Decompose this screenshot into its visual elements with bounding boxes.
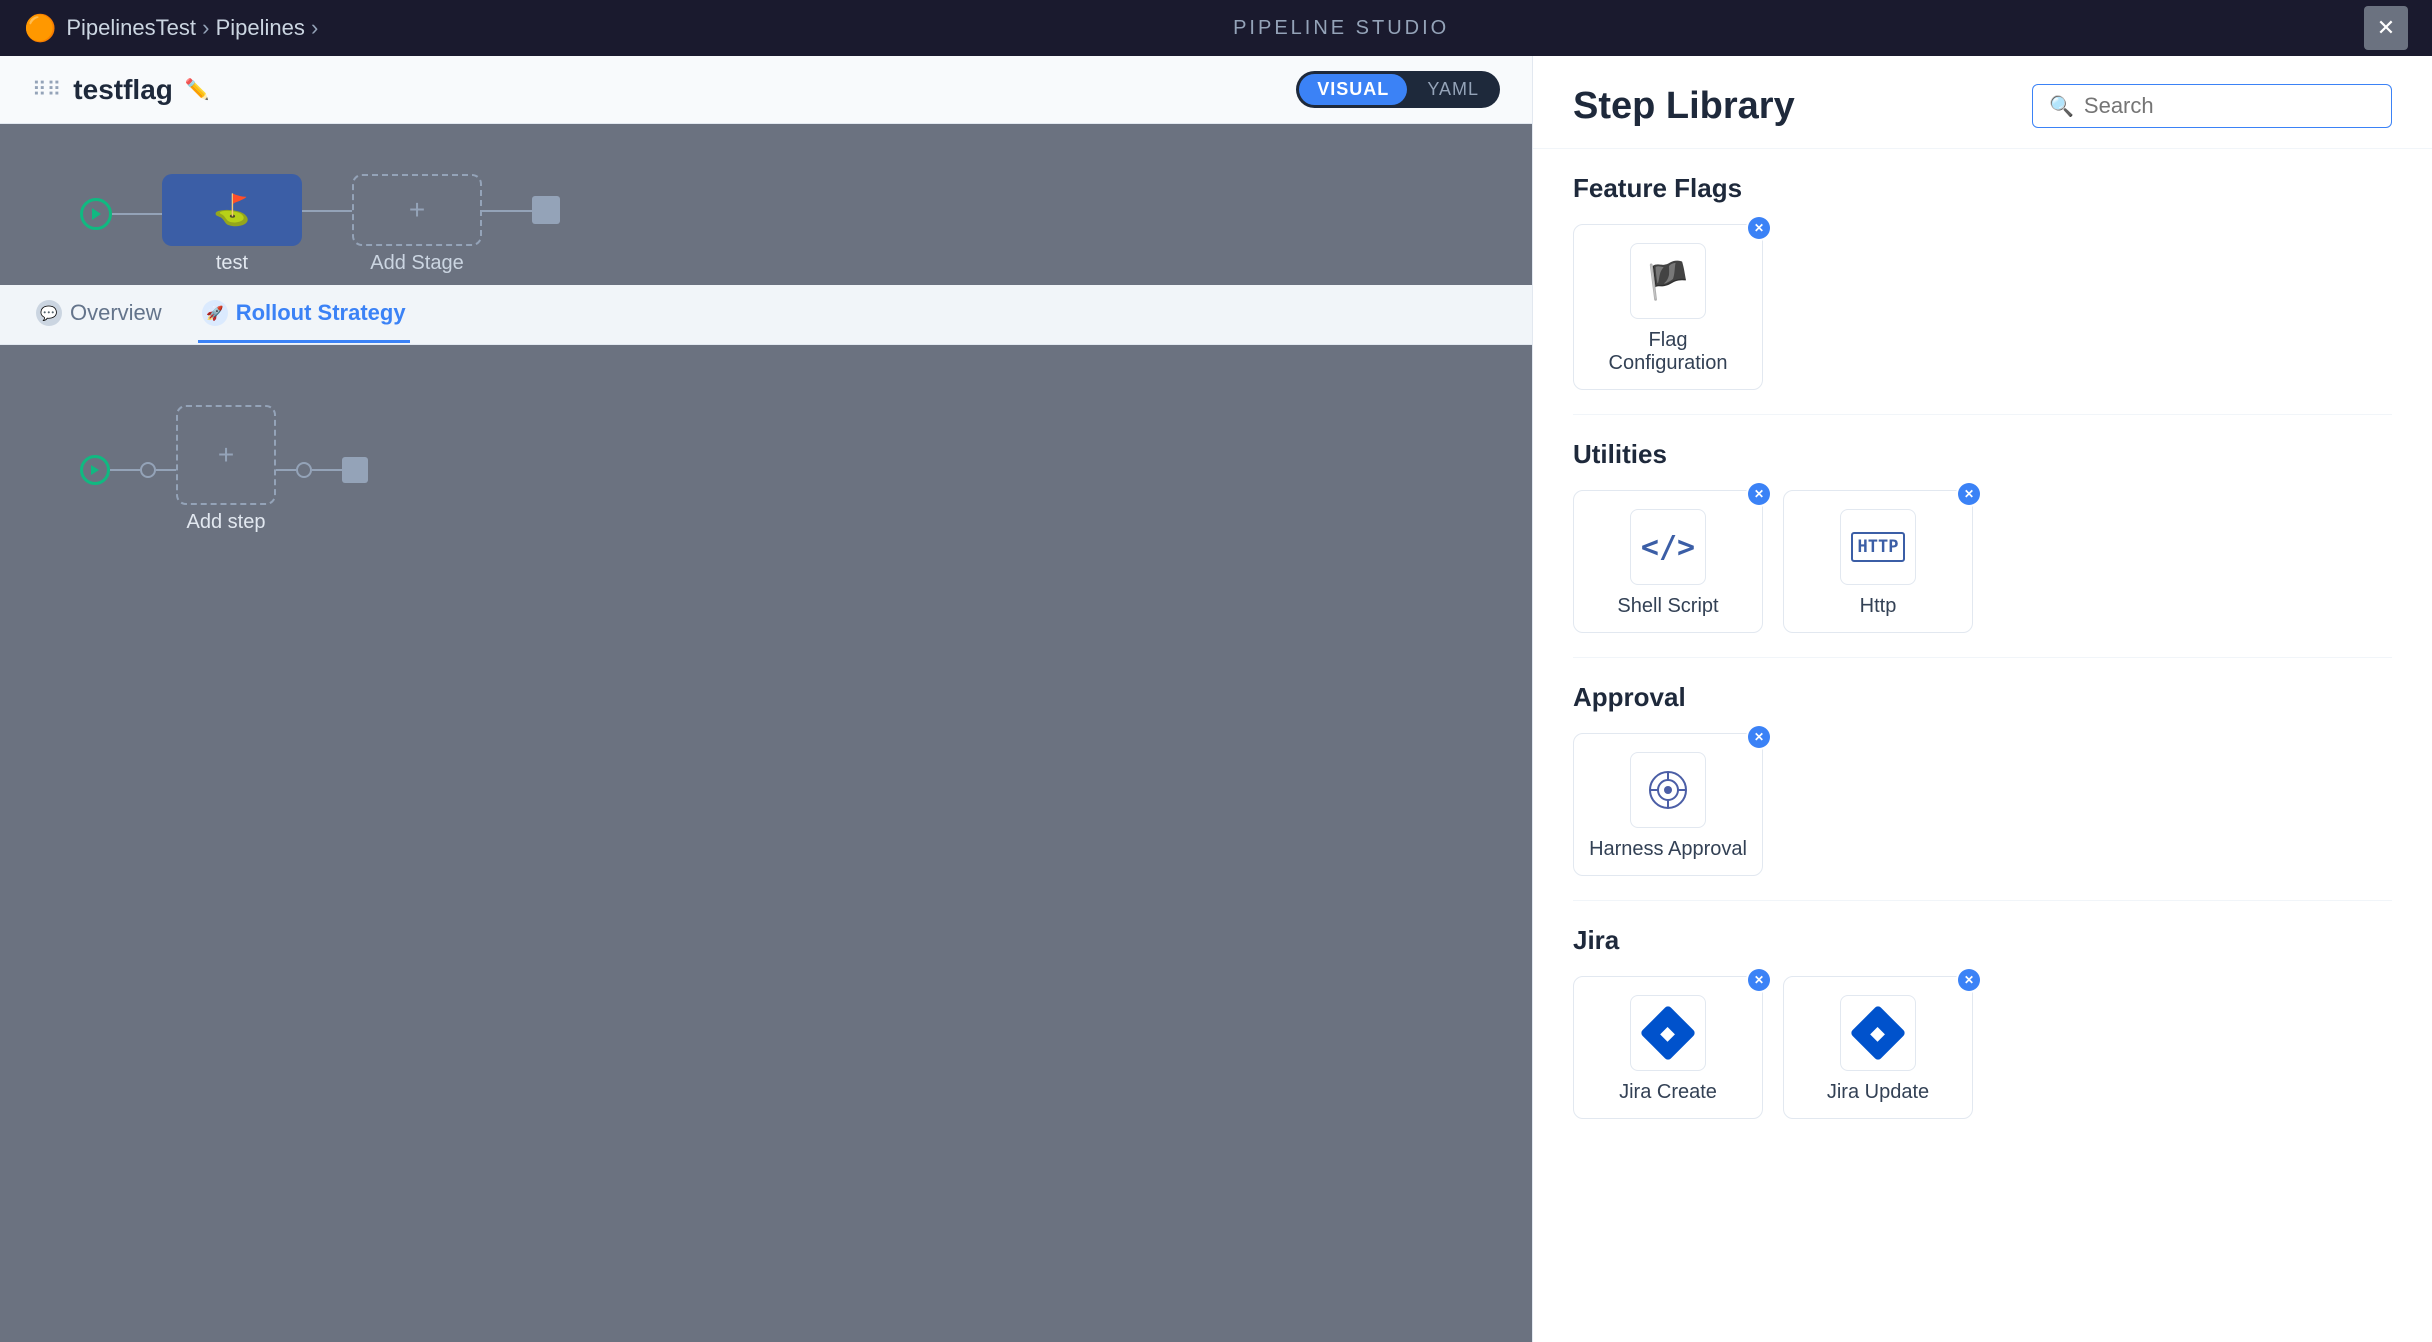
- category-approval-title: Approval: [1573, 682, 2392, 713]
- step-badge: ✕: [1746, 481, 1772, 507]
- jira-update-label: Jira Update: [1827, 1081, 1929, 1104]
- pipeline-icon: ⠿⠿: [32, 77, 61, 102]
- step-card-shell-script[interactable]: ✕ </> Shell Script: [1573, 490, 1763, 633]
- jira-create-label: Jira Create: [1619, 1081, 1717, 1104]
- step-badge: ✕: [1956, 481, 1982, 507]
- step-card-flag-configuration[interactable]: ✕ 🏴 Flag Configuration: [1573, 224, 1763, 390]
- http-label: Http: [1860, 595, 1897, 618]
- step-start-node: [80, 455, 110, 485]
- step-badge: ✕: [1746, 967, 1772, 993]
- flag-icon: 🏴: [1646, 260, 1691, 302]
- step-card-jira-create[interactable]: ✕ ◆ Jira Create: [1573, 976, 1763, 1119]
- jira-create-icon: ◆: [1640, 1005, 1697, 1062]
- yaml-view-button[interactable]: YAML: [1409, 74, 1497, 105]
- step-card-jira-update[interactable]: ✕ ◆ Jira Update: [1783, 976, 1973, 1119]
- category-feature-flags: Feature Flags ✕ 🏴 Flag Configuration: [1533, 149, 2432, 414]
- flag-configuration-label: Flag Configuration: [1588, 329, 1748, 375]
- step-dot-right: [296, 462, 312, 478]
- step-end-node: [342, 457, 368, 483]
- pipeline-studio-label: PIPELINE STUDIO: [1233, 17, 1449, 40]
- shell-script-icon-wrap: </>: [1630, 509, 1706, 585]
- step-badge: ✕: [1746, 724, 1772, 750]
- harness-approval-label: Harness Approval: [1589, 838, 1747, 861]
- stage-test-label: test: [216, 252, 248, 275]
- jira-update-icon-wrap: ◆: [1840, 995, 1916, 1071]
- step-library-panel: Step Library 🔍 Feature Flags ✕ 🏴 Flag Co…: [1532, 56, 2432, 1342]
- category-jira: Jira ✕ ◆ Jira Create: [1533, 901, 2432, 1143]
- step-library-title: Step Library: [1573, 85, 1795, 128]
- add-step-wrapper: + Add step: [176, 405, 276, 534]
- category-feature-flags-title: Feature Flags: [1573, 173, 2392, 204]
- category-utilities: Utilities ✕ </> Shell Script ✕: [1533, 415, 2432, 657]
- code-icon: </>: [1641, 530, 1695, 565]
- shell-script-label: Shell Script: [1617, 595, 1718, 618]
- pipeline-name: testflag: [73, 74, 173, 106]
- http-icon-wrap: HTTP: [1840, 509, 1916, 585]
- breadcrumb: PipelinesTest › Pipelines ›: [66, 15, 318, 41]
- view-toggle: VISUAL YAML: [1296, 71, 1500, 108]
- add-stage-label: Add Stage: [370, 252, 463, 275]
- add-step-label: Add step: [187, 511, 266, 534]
- harness-approval-icon-wrap: [1630, 752, 1706, 828]
- end-node: [532, 196, 560, 224]
- brand-icon: 🟠: [24, 13, 56, 44]
- search-icon: 🔍: [2049, 94, 2074, 119]
- jira-create-icon-wrap: ◆: [1630, 995, 1706, 1071]
- category-approval: Approval ✕: [1533, 658, 2432, 900]
- category-jira-title: Jira: [1573, 925, 2392, 956]
- jira-update-icon: ◆: [1850, 1005, 1907, 1062]
- tab-rollout-strategy[interactable]: 🚀 Rollout Strategy: [198, 286, 410, 343]
- category-utilities-title: Utilities: [1573, 439, 2392, 470]
- close-button[interactable]: ✕: [2364, 6, 2408, 50]
- search-box: 🔍: [2032, 84, 2392, 128]
- step-card-http[interactable]: ✕ HTTP Http: [1783, 490, 1973, 633]
- http-icon: HTTP: [1851, 532, 1906, 562]
- tab-overview-label: Overview: [70, 300, 162, 326]
- stage-test[interactable]: ⛳ test: [162, 174, 302, 275]
- visual-view-button[interactable]: VISUAL: [1299, 74, 1407, 105]
- flag-configuration-icon-wrap: 🏴: [1630, 243, 1706, 319]
- tab-overview[interactable]: 💬 Overview: [32, 286, 166, 343]
- tab-rollout-label: Rollout Strategy: [236, 300, 406, 326]
- step-card-harness-approval[interactable]: ✕ Harness Approval: [1573, 733, 1763, 876]
- add-stage-node[interactable]: + Add Stage: [352, 174, 482, 275]
- edit-icon[interactable]: ✏️: [185, 77, 210, 102]
- search-input[interactable]: [2084, 93, 2375, 119]
- step-dot-left: [140, 462, 156, 478]
- add-step-box[interactable]: +: [176, 405, 276, 505]
- step-badge: ✕: [1956, 967, 1982, 993]
- start-node: [80, 198, 112, 230]
- harness-icon: [1646, 768, 1690, 812]
- step-badge: ✕: [1746, 215, 1772, 241]
